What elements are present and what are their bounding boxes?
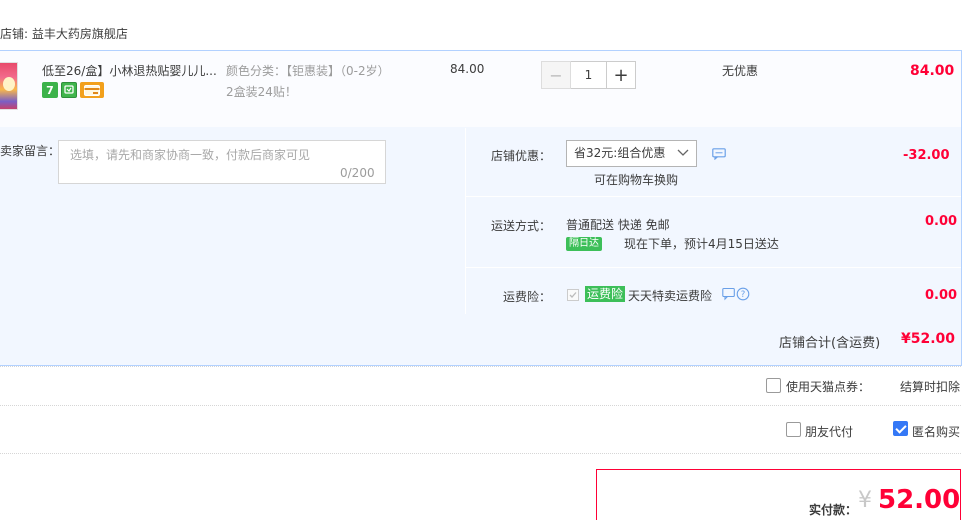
divider xyxy=(0,405,961,406)
card-payment-icon[interactable] xyxy=(80,82,104,98)
divider xyxy=(0,366,961,367)
store-discount-amount: -32.00 xyxy=(903,148,950,163)
row-divider xyxy=(466,267,961,268)
anonymous-checkbox[interactable] xyxy=(893,421,908,436)
divider xyxy=(0,453,961,454)
service-guarantee-icon[interactable] xyxy=(61,82,77,98)
product-title-link[interactable]: 低至26/盒】小林退热贴婴儿儿... xyxy=(42,62,222,79)
store-total-label: 店铺合计(含运费) xyxy=(779,336,881,351)
settle-deduct-text: 结算时扣除 xyxy=(900,380,961,394)
message-label: 卖家留言： xyxy=(0,144,61,158)
item-discount-text: 无优惠 xyxy=(722,64,759,78)
product-thumbnail[interactable] xyxy=(0,62,18,110)
comment-icon[interactable] xyxy=(712,148,726,160)
friend-pay-label[interactable]: 朋友代付 xyxy=(805,423,853,440)
cart-swap-link[interactable]: 可在购物车换购 xyxy=(594,171,678,188)
insurance-label: 运费险： xyxy=(503,290,552,304)
item-subtotal: 84.00 xyxy=(910,63,955,79)
chevron-down-icon xyxy=(677,149,689,156)
currency-symbol: ¥ xyxy=(858,488,872,513)
insurance-amount: 0.00 xyxy=(925,288,958,303)
message-placeholder: 选填，请先和商家协商一致，付款后商家可见 xyxy=(70,148,311,162)
shipping-method: 普通配送 快递 免邮 xyxy=(566,218,670,232)
help-icon[interactable]: ? xyxy=(722,287,752,301)
delivery-eta: 现在下单，预计4月15日送达 xyxy=(624,237,779,251)
payment-label: 实付款： xyxy=(809,503,858,517)
store-discount-label: 店铺优惠： xyxy=(491,149,552,163)
order-confirm-page: 店铺: 益丰大药房旗舰店 低至26/盒】小林退热贴婴儿儿... 7 颜色分类：【… xyxy=(0,0,965,520)
row-divider xyxy=(466,196,961,197)
next-day-badge: 隔日达 xyxy=(566,237,602,251)
insurance-text: 天天特卖运费险 xyxy=(628,289,713,303)
shipping-amount: 0.00 xyxy=(925,214,958,229)
message-char-counter: 0/200 xyxy=(340,166,375,180)
friend-pay-checkbox[interactable] xyxy=(786,422,801,437)
coupon-checkbox[interactable] xyxy=(766,378,781,393)
insurance-checkbox xyxy=(567,289,579,301)
store-name[interactable]: 店铺: 益丰大药房旗舰店 xyxy=(0,25,128,42)
svg-text:?: ? xyxy=(741,290,746,300)
quantity-input[interactable]: 1 xyxy=(571,61,606,89)
shipping-label: 运送方式： xyxy=(491,219,552,233)
quantity-increase-button[interactable]: + xyxy=(606,61,636,89)
service-badges: 7 xyxy=(42,82,104,98)
unit-price: 84.00 xyxy=(450,62,485,76)
coupon-label: 使用天猫点券： xyxy=(786,380,871,394)
quantity-decrease-button[interactable]: − xyxy=(541,61,571,89)
panel-divider xyxy=(465,128,466,314)
store-total-amount: ¥52.00 xyxy=(901,331,956,347)
sku-line-2: 2盒装24贴！ xyxy=(226,85,297,99)
payment-amount: 52.00 xyxy=(878,485,961,515)
sku-line-1: 颜色分类：【钜惠装】（0-2岁） xyxy=(226,64,390,78)
insurance-badge: 运费险 xyxy=(585,286,626,302)
tmall-7day-return-icon[interactable]: 7 xyxy=(42,82,58,98)
anonymous-label[interactable]: 匿名购买 xyxy=(912,423,960,440)
